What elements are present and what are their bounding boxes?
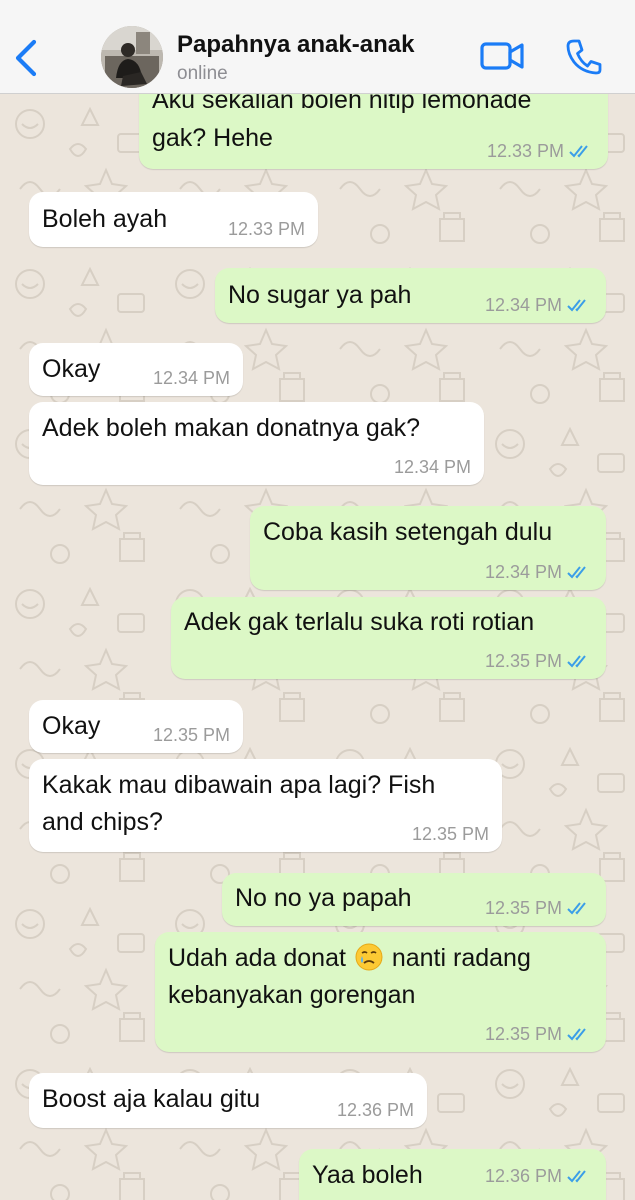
read-receipt-icon xyxy=(569,145,588,158)
contact-status: online xyxy=(177,63,228,84)
message-bubble-outgoing[interactable]: Aku sekalian boleh nitip lemonade gak? H… xyxy=(139,94,608,169)
message-bubble-outgoing[interactable]: Coba kasih setengah dulu 12.34 PM xyxy=(250,506,606,590)
message-text-part: Udah ada donat xyxy=(168,944,346,972)
back-button[interactable] xyxy=(10,36,42,80)
message-time: 12.34 PM xyxy=(393,457,471,477)
message-time: 12.35 PM xyxy=(484,1024,562,1044)
message-meta: 12.35 PM xyxy=(412,824,489,844)
chat-area[interactable]: Aku sekalian boleh nitip lemonade gak? H… xyxy=(0,94,635,1200)
message-text: No sugar ya pah xyxy=(228,281,412,309)
chevron-left-icon xyxy=(15,39,37,77)
read-receipt-icon xyxy=(567,299,586,312)
message-bubble-outgoing[interactable]: No sugar ya pah 12.34 PM xyxy=(215,268,606,323)
message-bubble-outgoing[interactable]: No no ya papah 12.35 PM xyxy=(222,873,606,926)
voice-call-button[interactable] xyxy=(565,37,603,77)
message-text: Udah ada donat nanti radang xyxy=(168,940,531,977)
message-text: Boost aja kalau gitu xyxy=(42,1085,261,1113)
message-text: Adek gak terlalu suka roti rotian xyxy=(184,608,535,636)
message-text: Yaa boleh xyxy=(312,1161,423,1189)
message-text: Boleh ayah xyxy=(42,205,168,233)
message-text: Aku sekalian boleh nitip lemonade xyxy=(152,94,532,114)
message-time: 12.34 PM xyxy=(484,562,562,582)
message-time: 12.35 PM xyxy=(411,824,489,844)
message-bubble-incoming[interactable]: Okay 12.34 PM xyxy=(29,343,243,396)
read-receipt-icon xyxy=(567,655,586,668)
message-meta: 12.34 PM xyxy=(485,295,593,315)
message-time: 12.36 PM xyxy=(336,1100,414,1120)
message-meta: 12.36 PM xyxy=(337,1100,414,1120)
message-text: Kakak mau dibawain apa lagi? Fish xyxy=(42,771,436,799)
crying-face-emoji xyxy=(355,943,383,971)
message-text: gak? Hehe xyxy=(152,124,273,152)
message-time: 12.34 PM xyxy=(152,368,230,388)
read-receipt-icon xyxy=(567,1170,586,1183)
chat-header: Papahnya anak-anak online xyxy=(0,0,635,94)
message-text: kebanyakan gorengan xyxy=(168,981,416,1009)
message-text: Coba kasih setengah dulu xyxy=(263,518,553,546)
message-text: No no ya papah xyxy=(235,884,412,912)
read-receipt-icon xyxy=(567,902,586,915)
message-text: Adek boleh makan donatnya gak? xyxy=(42,414,421,442)
message-meta: 12.34 PM xyxy=(485,562,593,582)
message-meta: 12.34 PM xyxy=(153,368,230,388)
phone-icon xyxy=(566,39,602,75)
message-meta: 12.35 PM xyxy=(153,725,230,745)
message-text: and chips? xyxy=(42,808,163,836)
avatar[interactable] xyxy=(101,26,163,88)
message-meta: 12.35 PM xyxy=(485,1024,593,1044)
message-text: Okay xyxy=(42,355,101,383)
message-time: 12.36 PM xyxy=(484,1166,562,1186)
message-text: Okay xyxy=(42,712,101,740)
message-bubble-incoming[interactable]: Boleh ayah 12.33 PM xyxy=(29,192,318,247)
read-receipt-icon xyxy=(567,566,586,579)
message-meta: 12.36 PM xyxy=(485,1166,593,1186)
video-call-button[interactable] xyxy=(478,38,526,74)
message-time: 12.33 PM xyxy=(227,219,305,239)
message-bubble-incoming[interactable]: Adek boleh makan donatnya gak? 12.34 PM xyxy=(29,402,484,485)
message-bubble-outgoing[interactable]: Yaa boleh 12.36 PM xyxy=(299,1149,606,1200)
contact-name[interactable]: Papahnya anak-anak xyxy=(177,31,414,59)
message-meta: 12.35 PM xyxy=(485,651,593,671)
message-meta: 12.33 PM xyxy=(487,141,595,161)
read-receipt-icon xyxy=(567,1028,586,1041)
message-bubble-outgoing[interactable]: Adek gak terlalu suka roti rotian 12.35 … xyxy=(171,597,606,679)
message-time: 12.35 PM xyxy=(152,725,230,745)
message-meta: 12.34 PM xyxy=(394,457,471,477)
message-time: 12.35 PM xyxy=(484,651,562,671)
message-meta: 12.33 PM xyxy=(228,219,305,239)
message-time: 12.33 PM xyxy=(486,141,564,161)
message-text-part: nanti radang xyxy=(391,944,531,972)
message-bubble-outgoing[interactable]: Udah ada donat nanti radang kebanyakan g… xyxy=(155,932,606,1052)
message-bubble-incoming[interactable]: Okay 12.35 PM xyxy=(29,700,243,753)
message-time: 12.34 PM xyxy=(484,295,562,315)
message-time: 12.35 PM xyxy=(484,898,562,918)
message-bubble-incoming[interactable]: Boost aja kalau gitu 12.36 PM xyxy=(29,1073,427,1128)
video-camera-icon xyxy=(480,42,524,70)
message-bubble-incoming[interactable]: Kakak mau dibawain apa lagi? Fish and ch… xyxy=(29,759,502,852)
message-meta: 12.35 PM xyxy=(485,898,593,918)
